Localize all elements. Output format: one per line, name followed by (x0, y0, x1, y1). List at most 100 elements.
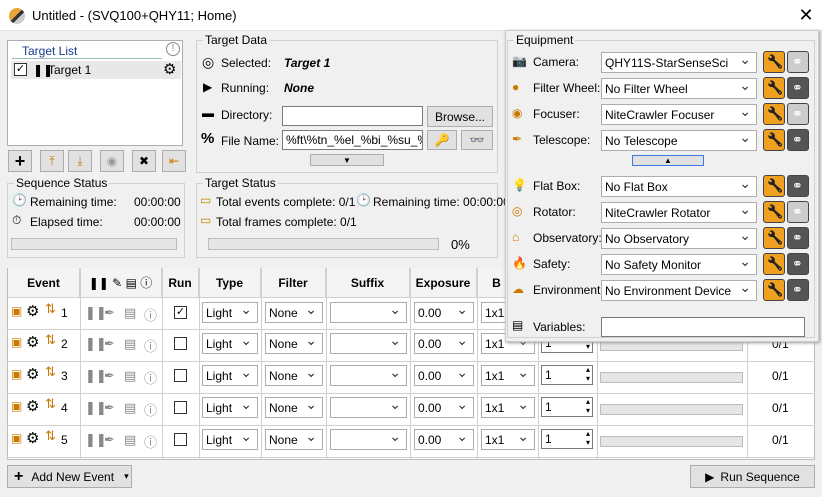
exposure-select[interactable]: 0.00 (414, 365, 474, 386)
delete-button[interactable]: ✖ (132, 150, 156, 172)
run-checkbox[interactable] (174, 369, 187, 382)
run-checkbox[interactable] (174, 337, 187, 350)
equipment-select[interactable]: No Environment Device (601, 280, 757, 301)
count-spinner[interactable]: 1 (541, 429, 593, 449)
wrench-icon[interactable] (763, 201, 785, 223)
browse-button[interactable]: Browse... (427, 106, 493, 127)
wrench-icon[interactable] (763, 129, 785, 151)
suffix-select[interactable] (330, 397, 407, 418)
plug-icon[interactable] (787, 253, 809, 275)
suffix-select[interactable] (330, 302, 407, 323)
disable-icon[interactable]: ▣ (11, 367, 22, 381)
type-select[interactable]: Light (202, 429, 258, 450)
type-select[interactable]: Light (202, 302, 258, 323)
clear-button[interactable]: ⇤ (162, 150, 186, 172)
expand-button[interactable]: ▼ (310, 154, 384, 166)
plug-icon[interactable] (787, 175, 809, 197)
binning-select[interactable]: 1x1 (481, 365, 535, 386)
run-checkbox[interactable]: ✓ (174, 306, 187, 319)
disable-icon[interactable]: ▣ (11, 335, 22, 349)
exposure-select[interactable]: 0.00 (414, 302, 474, 323)
plug-icon[interactable] (787, 201, 809, 223)
gear-icon[interactable]: ⚙ (26, 333, 39, 351)
info-icon[interactable]: ⓘ (144, 368, 157, 387)
variables-input[interactable] (601, 317, 805, 337)
run-sequence-button[interactable]: ▶ Run Sequence (690, 465, 815, 488)
equipment-select[interactable]: NiteCrawler Focuser (601, 104, 757, 125)
wrench-icon[interactable] (763, 253, 785, 275)
plug-icon[interactable] (787, 103, 809, 125)
count-spinner[interactable]: 1 (541, 365, 593, 385)
telescope-icon[interactable]: ✒ (104, 368, 115, 384)
reorder-icon[interactable]: ⇅ (45, 301, 56, 317)
type-select[interactable]: Light (202, 333, 258, 354)
run-checkbox[interactable] (174, 401, 187, 414)
script-icon[interactable]: ▤ (124, 400, 136, 416)
info-icon[interactable]: ⓘ (144, 305, 157, 324)
add-target-button[interactable]: + (8, 150, 32, 172)
equipment-select[interactable]: No Telescope (601, 130, 757, 151)
filename-input[interactable]: %ft\%tn_%el_%bi_%su_%fn (282, 130, 423, 150)
count-spinner[interactable]: 1 (541, 397, 593, 417)
script-icon[interactable]: ▤ (124, 336, 136, 352)
suffix-select[interactable] (330, 333, 407, 354)
script-icon[interactable]: ▤ (124, 305, 136, 321)
run-checkbox[interactable] (174, 433, 187, 446)
gear-icon[interactable]: ⚙ (26, 397, 39, 415)
exposure-select[interactable]: 0.00 (414, 333, 474, 354)
telescope-icon[interactable]: ✒ (104, 432, 115, 448)
script-icon[interactable]: ▤ (124, 432, 136, 448)
info-icon[interactable]: ⓘ (144, 432, 157, 451)
reorder-icon[interactable]: ⇅ (45, 396, 56, 412)
equipment-select[interactable]: No Safety Monitor (601, 254, 757, 275)
wrench-icon[interactable] (763, 227, 785, 249)
filter-select[interactable]: None (265, 333, 323, 354)
equipment-select[interactable]: No Observatory (601, 228, 757, 249)
target-checkbox[interactable]: ✓ (14, 63, 27, 76)
gear-icon[interactable]: ⚙ (26, 429, 39, 447)
plug-icon[interactable] (787, 129, 809, 151)
add-event-button[interactable]: + Add New Event ▾ (7, 465, 132, 488)
type-select[interactable]: Light (202, 365, 258, 386)
reorder-icon[interactable]: ⇅ (45, 428, 56, 444)
disable-icon[interactable]: ▣ (11, 399, 22, 413)
plug-icon[interactable] (787, 227, 809, 249)
script-icon[interactable]: ▤ (124, 368, 136, 384)
suffix-select[interactable] (330, 429, 407, 450)
filter-select[interactable]: None (265, 397, 323, 418)
equipment-select[interactable]: No Flat Box (601, 176, 757, 197)
filter-select[interactable]: None (265, 429, 323, 450)
reorder-icon[interactable]: ⇅ (45, 364, 56, 380)
directory-input[interactable] (282, 106, 423, 126)
exposure-select[interactable]: 0.00 (414, 397, 474, 418)
move-down-button[interactable]: ⤓ (68, 150, 92, 172)
link-button[interactable]: 👓 (461, 130, 493, 150)
plug-icon[interactable] (787, 51, 809, 73)
disable-icon[interactable]: ▣ (11, 304, 22, 318)
close-icon[interactable]: ✕ (794, 3, 818, 27)
wrench-icon[interactable] (763, 51, 785, 73)
equipment-select[interactable]: No Filter Wheel (601, 78, 757, 99)
collapse-button[interactable]: ▲ (632, 155, 704, 166)
plug-icon[interactable] (787, 77, 809, 99)
type-select[interactable]: Light (202, 397, 258, 418)
gear-icon[interactable]: ⚙ (26, 302, 39, 320)
binning-select[interactable]: 1x1 (481, 397, 535, 418)
telescope-icon[interactable]: ✒ (104, 336, 115, 352)
list-item[interactable]: ✓ ❚❚ Target 1 ⚙ (11, 61, 181, 79)
equipment-select[interactable]: NiteCrawler Rotator (601, 202, 757, 223)
telescope-icon[interactable]: ✒ (104, 305, 115, 321)
gear-icon[interactable]: ⚙ (163, 60, 176, 78)
wrench-icon[interactable] (763, 279, 785, 301)
move-up-button[interactable]: ⤒ (40, 150, 64, 172)
equipment-select[interactable]: QHY11S-StarSenseSci (601, 52, 757, 73)
disable-icon[interactable]: ▣ (11, 431, 22, 445)
info-icon[interactable]: ⓘ (144, 400, 157, 419)
filter-select[interactable]: None (265, 365, 323, 386)
gear-icon[interactable]: ⚙ (26, 365, 39, 383)
wrench-icon[interactable] (763, 77, 785, 99)
wrench-icon[interactable] (763, 103, 785, 125)
reorder-icon[interactable]: ⇅ (45, 332, 56, 348)
exposure-select[interactable]: 0.00 (414, 429, 474, 450)
wrench-icon[interactable] (763, 175, 785, 197)
